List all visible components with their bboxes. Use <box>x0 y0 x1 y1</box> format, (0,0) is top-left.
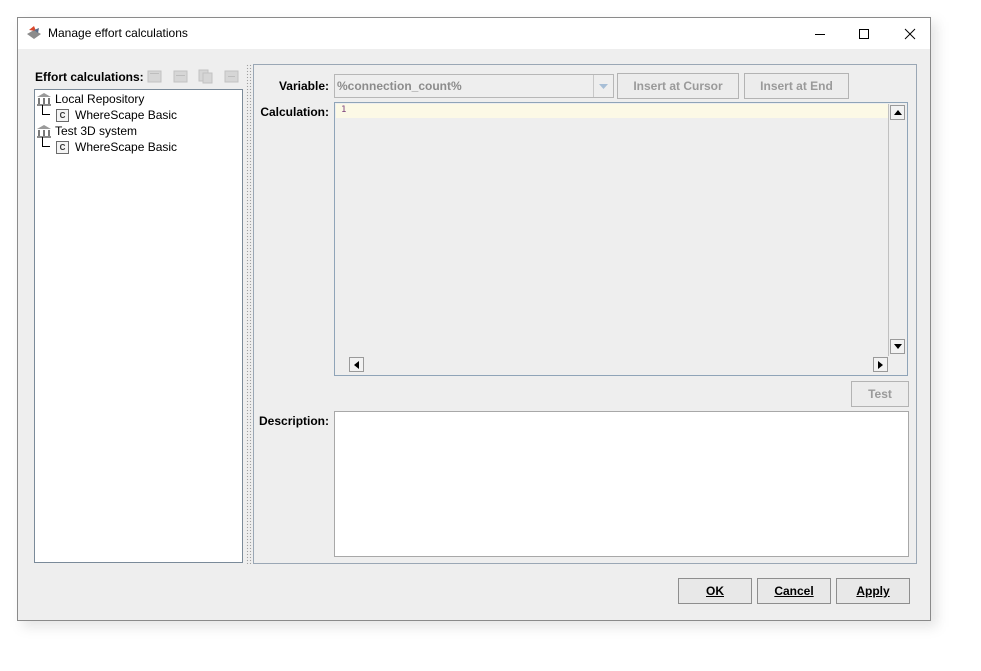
maximize-icon <box>859 28 869 39</box>
test-button[interactable]: Test <box>851 381 909 407</box>
chevron-down-icon[interactable] <box>593 75 613 97</box>
maximize-button[interactable] <box>841 18 887 49</box>
arrow-up-icon <box>893 110 902 115</box>
tree-connector <box>42 137 50 147</box>
vertical-scrollbar[interactable] <box>888 104 906 356</box>
tree-node-label: WhereScape Basic <box>75 108 178 122</box>
horizontal-scrollbar[interactable] <box>349 357 889 373</box>
minimize-icon <box>815 33 825 35</box>
variable-value: %connection_count% <box>337 79 462 93</box>
tree-node-local-repository[interactable]: Local Repository <box>36 91 144 107</box>
close-button[interactable] <box>887 18 933 49</box>
calculations-tree[interactable]: Local Repository C WhereScape Basic Test… <box>34 89 243 563</box>
calculation-editor-panel: Variable: %connection_count% Insert at C… <box>253 64 917 564</box>
apply-button[interactable]: Apply <box>836 578 910 604</box>
variable-label: Variable: <box>278 79 329 93</box>
line-number: 1 <box>341 105 347 115</box>
scroll-right-button[interactable] <box>873 357 888 372</box>
insert-at-end-button[interactable]: Insert at End <box>744 73 849 99</box>
tree-node-label: Test 3D system <box>55 124 138 138</box>
title-bar: Manage effort calculations <box>18 18 930 49</box>
tree-node-test-3d-system[interactable]: Test 3D system <box>36 123 137 139</box>
insert-at-cursor-button[interactable]: Insert at Cursor <box>617 73 739 99</box>
edit-icon[interactable] <box>173 69 189 84</box>
scroll-left-button[interactable] <box>349 357 364 372</box>
tree-node-wherescape-basic[interactable]: C WhereScape Basic <box>56 107 177 123</box>
effort-calculations-panel: Effort calculations: Local Repository C … <box>33 64 245 564</box>
wherescape-icon <box>27 26 41 39</box>
arrow-left-icon <box>354 360 359 369</box>
copy-icon[interactable] <box>198 69 214 84</box>
cancel-button[interactable]: Cancel <box>757 578 831 604</box>
minimize-button[interactable] <box>797 18 843 49</box>
current-line-highlight <box>336 104 888 118</box>
arrow-down-icon <box>893 344 902 349</box>
dialog-window: Manage effort calculations Effort calcul… <box>17 17 931 621</box>
arrow-right-icon <box>878 360 883 369</box>
tree-node-label: WhereScape Basic <box>75 140 178 154</box>
panel-splitter[interactable] <box>246 64 252 564</box>
description-label: Description: <box>259 414 330 428</box>
variable-select[interactable]: %connection_count% <box>334 74 614 98</box>
scroll-up-button[interactable] <box>890 105 905 120</box>
calculation-icon: C <box>56 140 69 154</box>
ok-button[interactable]: OK <box>678 578 752 604</box>
tree-connector <box>42 105 50 115</box>
description-textarea[interactable] <box>334 411 909 557</box>
new-icon[interactable] <box>147 69 163 84</box>
delete-icon[interactable] <box>224 69 240 84</box>
effort-calculations-label: Effort calculations: <box>35 70 144 84</box>
calculation-label: Calculation: <box>260 105 329 119</box>
close-icon <box>904 28 916 39</box>
window-title: Manage effort calculations <box>48 26 188 40</box>
tree-node-label: Local Repository <box>55 92 145 106</box>
tree-node-wherescape-basic[interactable]: C WhereScape Basic <box>56 139 177 155</box>
scroll-down-button[interactable] <box>890 339 905 354</box>
calculation-editor[interactable]: 1 <box>334 102 908 376</box>
calculation-icon: C <box>56 108 69 122</box>
